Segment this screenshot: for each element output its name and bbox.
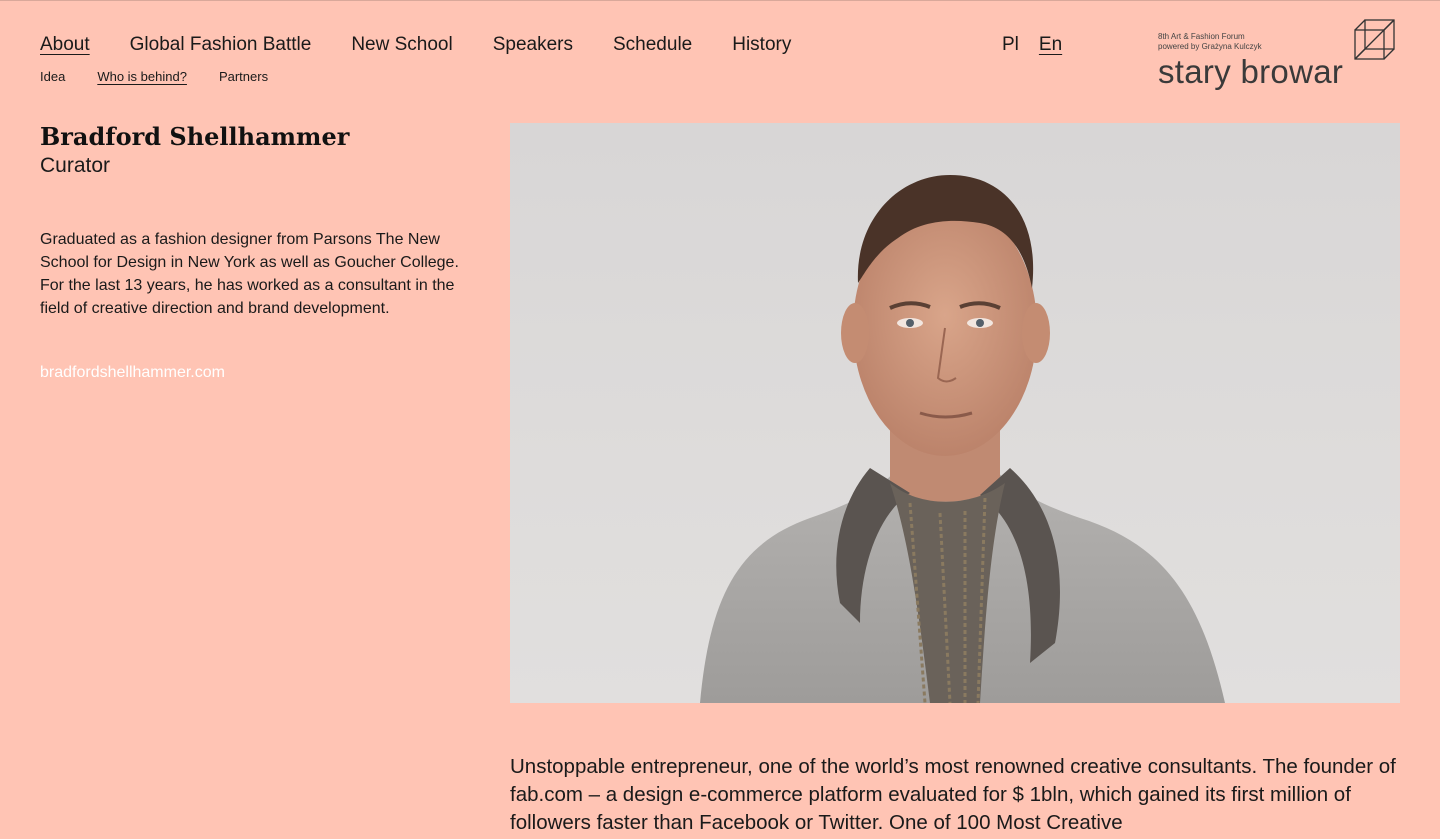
main-nav: About Global Fashion Battle New School S… [40, 32, 791, 58]
logo-forum-title: 8th Art & Fashion Forum [1158, 32, 1245, 41]
cube-logo-icon [1354, 19, 1395, 60]
nav-schedule[interactable]: Schedule [613, 32, 692, 58]
person-bio: Graduated as a fashion designer from Par… [40, 231, 459, 317]
nav-speakers[interactable]: Speakers [493, 32, 573, 58]
stary-browar-logo[interactable]: 8th Art & Fashion Forum powered by Graży… [1158, 19, 1398, 95]
nav-new-school[interactable]: New School [351, 32, 452, 58]
subnav-idea[interactable]: Idea [40, 68, 65, 86]
logo-brand: stary browar [1158, 53, 1344, 90]
nav-about[interactable]: About [40, 32, 90, 58]
language-switcher: Pl En [1002, 32, 1062, 58]
subnav-who-is-behind[interactable]: Who is behind? [97, 68, 187, 86]
person-website-link[interactable]: bradfordshellhammer.com [40, 361, 225, 384]
lang-pl[interactable]: Pl [1002, 32, 1019, 58]
nav-global-fashion-battle[interactable]: Global Fashion Battle [130, 32, 312, 58]
portrait-illustration [700, 175, 1225, 703]
person-name: Bradford Shellhammer [40, 122, 350, 151]
logo-powered-by: powered by Grażyna Kulczyk [1158, 42, 1262, 51]
sub-nav: Idea Who is behind? Partners [40, 68, 268, 86]
nav-history[interactable]: History [732, 32, 791, 58]
lang-en[interactable]: En [1039, 32, 1062, 58]
person-role: Curator [40, 154, 111, 177]
subnav-partners[interactable]: Partners [219, 68, 268, 86]
person-description: Unstoppable entrepreneur, one of the wor… [510, 755, 1396, 834]
speaker-photo [510, 123, 1400, 703]
